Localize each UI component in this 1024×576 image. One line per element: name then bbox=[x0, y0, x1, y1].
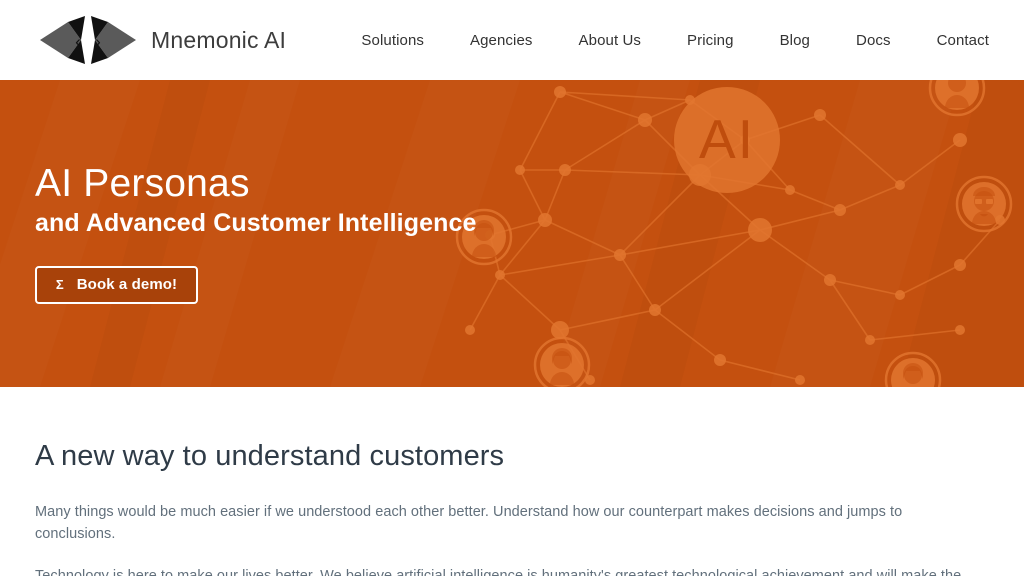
intro-paragraph-2: Technology is here to make our lives bet… bbox=[35, 566, 983, 576]
book-a-demo-label: Book a demo! bbox=[76, 276, 178, 294]
nav-item-pricing[interactable]: Pricing bbox=[664, 32, 757, 49]
site-header: ‹ › Mnemonic AI Solutions Agencies About… bbox=[0, 0, 1024, 80]
nav-item-contact[interactable]: Contact bbox=[914, 32, 989, 49]
double-chevron-arrows-logo-icon: ‹ › bbox=[40, 16, 136, 64]
svg-text:›: › bbox=[95, 32, 101, 51]
nav-item-solutions[interactable]: Solutions bbox=[338, 32, 447, 49]
svg-text:‹: ‹ bbox=[75, 32, 81, 51]
primary-navigation: Solutions Agencies About Us Pricing Blog… bbox=[338, 32, 989, 49]
intro-paragraph-1: Many things would be much easier if we u… bbox=[35, 503, 903, 542]
persona-avatar-node bbox=[955, 175, 1013, 233]
nav-item-agencies[interactable]: Agencies bbox=[447, 32, 556, 49]
hero-content: AI Personas and Advanced Customer Intell… bbox=[35, 80, 555, 387]
nav-item-about-us[interactable]: About Us bbox=[556, 32, 665, 49]
hero-subtitle: and Advanced Customer Intelligence bbox=[35, 209, 477, 238]
brand-logo[interactable]: ‹ › Mnemonic AI bbox=[38, 12, 286, 68]
ai-badge-circle: AI bbox=[674, 87, 780, 193]
page-title: A new way to understand customers bbox=[35, 440, 505, 472]
hero-title: AI Personas bbox=[35, 162, 250, 206]
svg-text:AI: AI bbox=[699, 108, 755, 170]
persona-avatar-node bbox=[928, 80, 986, 117]
nav-item-docs[interactable]: Docs bbox=[833, 32, 914, 49]
send-arrow-icon: Σ bbox=[55, 277, 64, 293]
hero-banner: AI AI Personas and Advanced Customer Int… bbox=[0, 80, 1024, 387]
nav-item-blog[interactable]: Blog bbox=[757, 32, 833, 49]
persona-avatar-node bbox=[884, 351, 942, 387]
brand-name: Mnemonic AI bbox=[151, 26, 287, 53]
main-content: A new way to understand customers Many t… bbox=[0, 387, 1024, 576]
book-a-demo-button[interactable]: Σ Book a demo! bbox=[35, 265, 198, 304]
